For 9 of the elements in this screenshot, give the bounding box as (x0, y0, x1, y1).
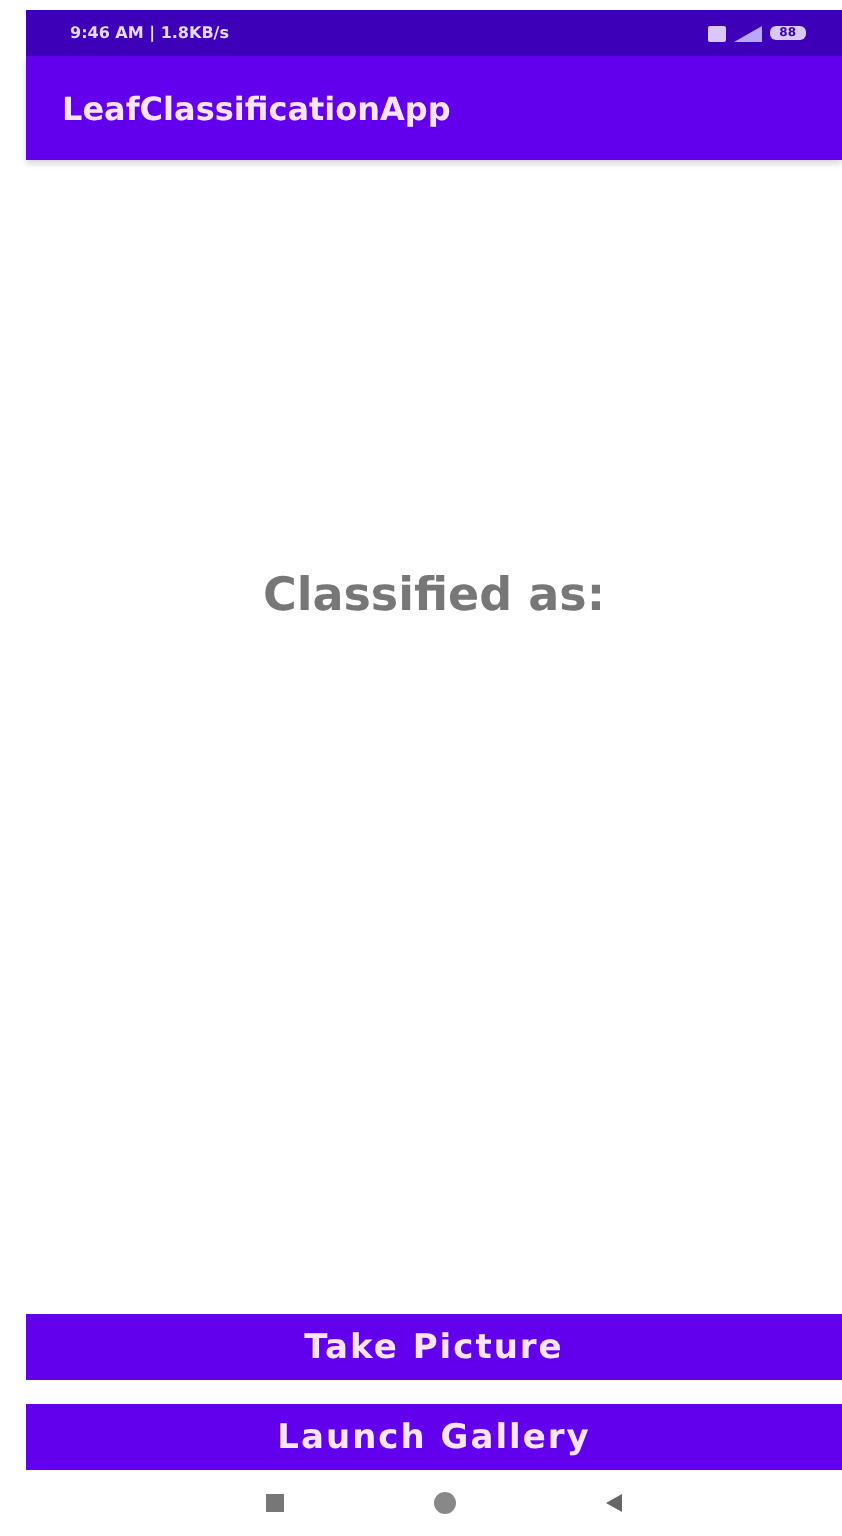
signal-icon (733, 25, 762, 41)
app-title: LeafClassificationApp (62, 89, 451, 127)
action-button[interactable]: Take Picture (26, 1314, 842, 1380)
result-label: Classified as: (262, 570, 606, 626)
sim-icon (707, 25, 726, 41)
back-icon[interactable] (606, 1494, 622, 1512)
home-icon[interactable] (434, 1492, 456, 1514)
status-time: 9:46 AM | 1.8KB/s (70, 24, 229, 42)
action-button[interactable]: Launch Gallery (26, 1404, 842, 1470)
